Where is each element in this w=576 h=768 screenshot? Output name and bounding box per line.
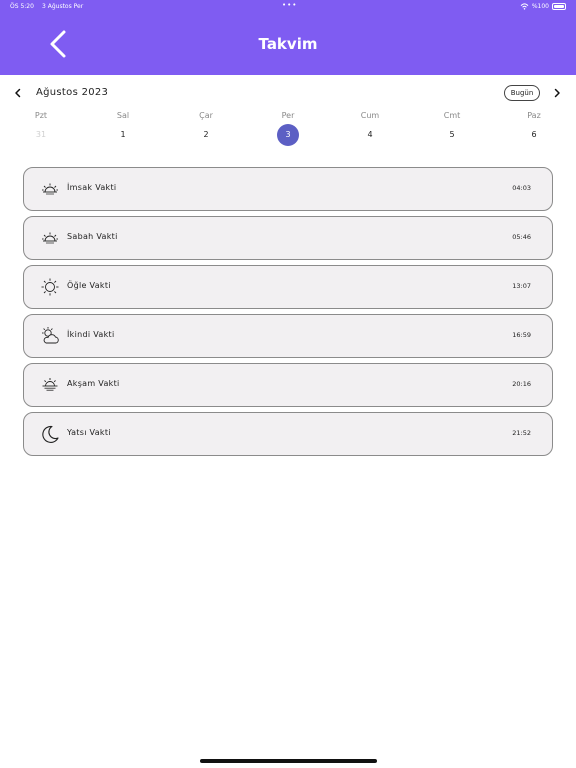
multitasking-dots[interactable]: ••• [282,1,297,9]
day-cell[interactable]: 1 [103,124,143,146]
prayer-card-sabah[interactable]: Sabah Vakti 05:46 [23,216,553,260]
day-cell[interactable]: 6 [514,124,554,146]
status-time: ÖS 5:20 [10,3,34,10]
weekday-label: Paz [527,111,541,120]
status-indicators: %100 [520,3,566,10]
day-cell[interactable]: 4 [350,124,390,146]
prayer-card-aksam[interactable]: Akşam Vakti 20:16 [23,363,553,407]
battery-percent: %100 [531,3,549,10]
home-indicator[interactable] [200,759,377,763]
moon-icon [42,425,59,443]
prayer-card-ogle[interactable]: Öğle Vakti 13:07 [23,265,553,309]
prayer-time: 20:16 [512,380,531,388]
status-date: 3 Ağustos Per [42,3,84,10]
prayer-name: İkindi Vakti [67,330,115,339]
day-cell-selected[interactable]: 3 [268,124,308,146]
today-button[interactable]: Bugün [504,85,540,101]
prayer-name: İmsak Vakti [67,183,117,192]
prayer-name: Akşam Vakti [67,379,120,388]
month-label: Ağustos 2023 [36,87,109,98]
prayer-name: Öğle Vakti [67,281,111,290]
battery-icon [552,3,566,10]
weekday-label: Sal [116,111,130,120]
sunrise-icon [42,183,58,195]
prayer-time: 04:03 [512,184,531,192]
weekday-label: Per [281,111,295,120]
previous-month-button[interactable] [13,87,23,99]
app-header: ÖS 5:20 3 Ağustos Per ••• %100 Takvim [0,0,576,75]
prayer-time: 05:46 [512,233,531,241]
page-title: Takvim [258,35,318,53]
prayer-time: 16:59 [512,331,531,339]
prayer-card-yatsi[interactable]: Yatsı Vakti 21:52 [23,412,553,456]
weekday-label: Çar [199,111,213,120]
sun-icon [41,278,59,296]
prayer-time: 13:07 [512,282,531,290]
month-navigation: Ağustos 2023 Bugün [0,84,576,104]
status-bar: ÖS 5:20 3 Ağustos Per ••• %100 [0,1,576,13]
weekday-label: Pzt [34,111,48,120]
prayer-name: Sabah Vakti [67,232,118,241]
wifi-icon [520,3,529,10]
prayer-card-imsak[interactable]: İmsak Vakti 04:03 [23,167,553,211]
day-cell[interactable]: 2 [186,124,226,146]
sunset-icon [42,378,58,391]
weekday-label: Cum [360,111,380,120]
prayer-name: Yatsı Vakti [67,428,111,437]
next-month-button[interactable] [552,87,562,99]
cloud-sun-icon [42,327,59,344]
day-cell[interactable]: 5 [432,124,472,146]
prayer-card-ikindi[interactable]: İkindi Vakti 16:59 [23,314,553,358]
weekday-label: Cmt [443,111,461,120]
sunrise-icon [42,232,58,244]
prayer-time: 21:52 [512,429,531,437]
day-cell[interactable]: 31 [21,124,61,146]
